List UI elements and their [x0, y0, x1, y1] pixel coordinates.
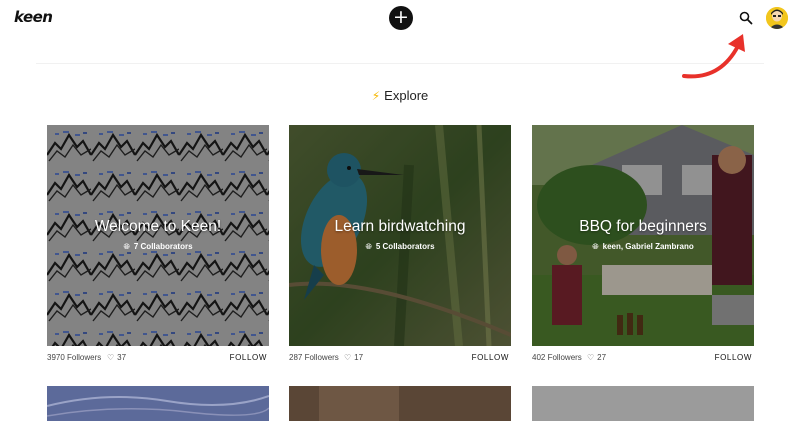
- collection-card-partial[interactable]: [289, 386, 511, 421]
- card-title: Learn birdwatching: [334, 218, 466, 235]
- collection-card-partial[interactable]: [47, 386, 269, 421]
- card-meta: 287 Followers ♡ 17 FOLLOW: [289, 351, 511, 373]
- explore-label: Explore: [384, 88, 429, 103]
- likes-count: 27: [597, 353, 607, 362]
- heart-icon: ♡: [587, 353, 595, 362]
- followers-count: 402 Followers: [532, 353, 582, 362]
- collection-card-bbq[interactable]: BBQ for beginners 🌐︎ keen, Gabriel Zambra…: [532, 125, 754, 373]
- explore-heading: ⚡ Explore: [0, 88, 800, 103]
- card-image[interactable]: Welcome to Keen! 🌐︎ 7 Collaborators: [47, 125, 269, 346]
- followers-count: 3970 Followers: [47, 353, 102, 362]
- add-button[interactable]: +: [389, 6, 413, 30]
- globe-icon: 🌐︎: [592, 242, 599, 251]
- user-avatar[interactable]: [766, 7, 788, 29]
- likes[interactable]: ♡ 27: [587, 353, 606, 362]
- heart-icon: ♡: [344, 353, 352, 362]
- card-collaborators: 🌐︎ 7 Collaborators: [47, 242, 269, 252]
- collection-card-welcome[interactable]: Welcome to Keen! 🌐︎ 7 Collaborators 3970 …: [47, 125, 269, 373]
- card-title: BBQ for beginners: [579, 218, 707, 235]
- followers-count: 287 Followers: [289, 353, 339, 362]
- collaborators-text: keen, Gabriel Zambrano: [602, 242, 694, 251]
- card-title: Welcome to Keen!: [94, 218, 222, 235]
- card-meta: 402 Followers ♡ 27 FOLLOW: [532, 351, 754, 373]
- card-meta: 3970 Followers ♡ 37 FOLLOW: [47, 351, 269, 373]
- globe-icon: 🌐︎: [365, 242, 372, 251]
- card-image[interactable]: Learn birdwatching 🌐︎ 5 Collaborators: [289, 125, 511, 346]
- collaborators-text: 7 Collaborators: [133, 242, 193, 251]
- card-collaborators: 🌐︎ keen, Gabriel Zambrano: [532, 242, 754, 252]
- header-divider: [36, 63, 764, 64]
- card-collaborators: 🌐︎ 5 Collaborators: [289, 242, 511, 252]
- likes[interactable]: ♡ 37: [107, 353, 126, 362]
- lightning-bolt-icon: ⚡: [371, 89, 381, 103]
- collection-card-birdwatching[interactable]: Learn birdwatching 🌐︎ 5 Collaborators 287…: [289, 125, 511, 373]
- collection-card-partial[interactable]: [532, 386, 754, 421]
- globe-icon: 🌐︎: [123, 242, 130, 251]
- follow-button[interactable]: FOLLOW: [472, 353, 509, 362]
- follow-button[interactable]: FOLLOW: [715, 353, 752, 362]
- keen-logo[interactable]: keen: [14, 8, 53, 26]
- follow-button[interactable]: FOLLOW: [230, 353, 267, 362]
- card-image[interactable]: BBQ for beginners 🌐︎ keen, Gabriel Zambra…: [532, 125, 754, 346]
- collaborators-text: 5 Collaborators: [375, 242, 435, 251]
- heart-icon: ♡: [107, 353, 115, 362]
- search-icon[interactable]: [738, 10, 754, 26]
- likes-count: 37: [117, 353, 127, 362]
- likes-count: 17: [354, 353, 364, 362]
- annotation-arrow-icon: [682, 34, 745, 79]
- likes[interactable]: ♡ 17: [344, 353, 363, 362]
